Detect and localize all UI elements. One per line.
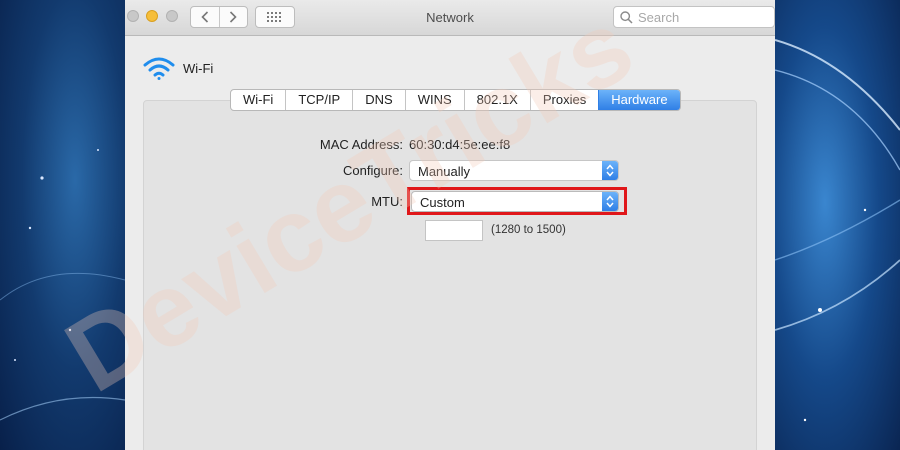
- network-window: Network Search Wi-Fi Wi-Fi TCP/IP DNS WI…: [125, 0, 775, 450]
- up-down-arrows-icon: [606, 164, 614, 177]
- settings-panel: [143, 100, 757, 450]
- search-field[interactable]: Search: [613, 6, 775, 28]
- tab-802-1x[interactable]: 802.1X: [463, 90, 530, 110]
- service-header: Wi-Fi: [143, 56, 213, 80]
- configure-label: Configure:: [343, 163, 403, 178]
- mac-address-value: 60:30:d4:5e:ee:f8: [409, 137, 511, 152]
- title-bar: Network Search: [125, 0, 775, 36]
- tab-hardware[interactable]: Hardware: [598, 90, 680, 110]
- tab-wifi[interactable]: Wi-Fi: [231, 90, 285, 110]
- tab-proxies[interactable]: Proxies: [529, 90, 598, 110]
- search-placeholder: Search: [638, 9, 680, 25]
- mtu-label: MTU:: [371, 194, 403, 209]
- mac-address-label: MAC Address:: [319, 137, 403, 152]
- configure-popup-arrows[interactable]: [602, 161, 618, 180]
- desktop-swoosh-right: [775, 39, 900, 422]
- configure-popup-value: Manually: [418, 164, 471, 179]
- service-name: Wi-Fi: [183, 60, 214, 76]
- search-icon: [620, 10, 633, 24]
- mtu-value-input[interactable]: [425, 220, 483, 241]
- desktop-stars-left: [0, 149, 125, 421]
- mtu-highlight-box: [407, 187, 627, 215]
- tab-dns[interactable]: DNS: [352, 90, 404, 110]
- desktop-background-left: [0, 0, 125, 450]
- configure-popup[interactable]: Manually: [409, 160, 619, 181]
- mtu-range-hint: (1280 to 1500): [491, 224, 566, 236]
- desktop-background-right: [775, 0, 900, 450]
- tab-tcp-ip[interactable]: TCP/IP: [285, 90, 352, 110]
- wifi-icon: [143, 57, 175, 80]
- tab-bar: Wi-Fi TCP/IP DNS WINS 802.1X Proxies Har…: [230, 89, 681, 111]
- tab-wins[interactable]: WINS: [404, 90, 464, 110]
